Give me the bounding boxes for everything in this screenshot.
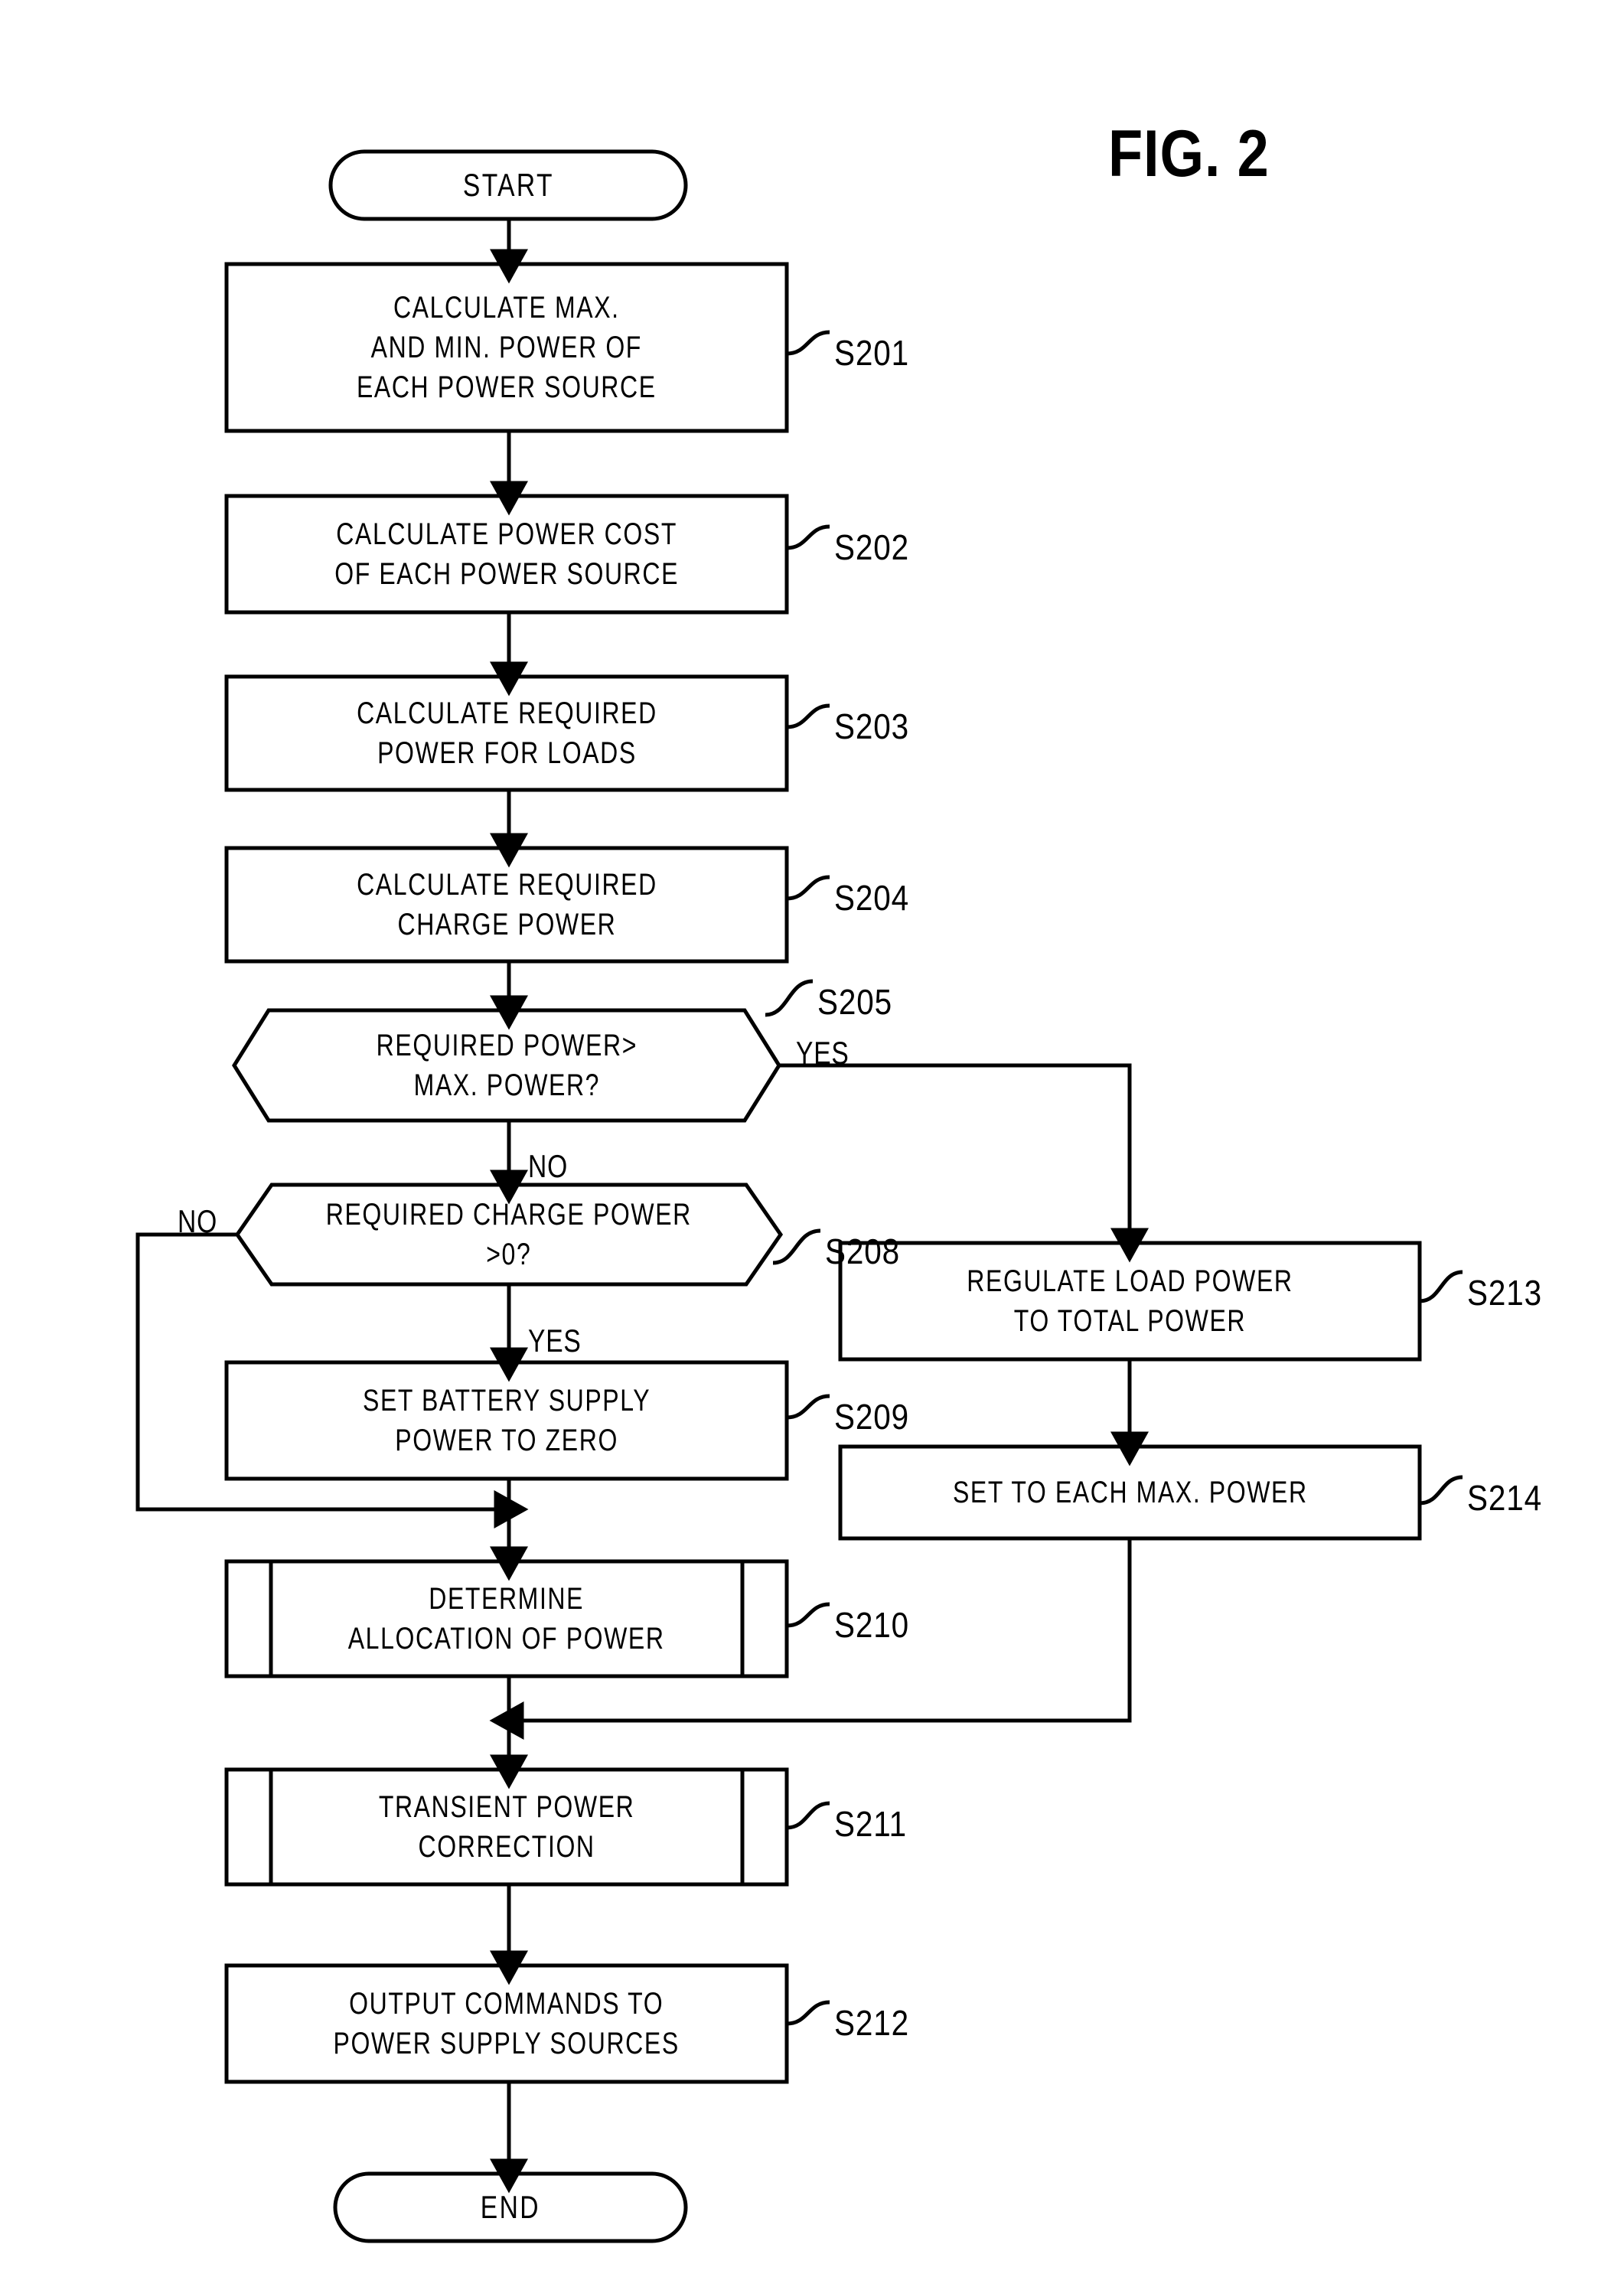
s208-decision-shape	[234, 1183, 784, 1287]
step-label-s204: S204	[834, 878, 910, 918]
figure-title: FIG. 2	[1108, 117, 1270, 191]
step-label-s208: S208	[825, 1231, 901, 1271]
step-label-s201: S201	[834, 333, 910, 373]
s203-box-shape	[224, 674, 789, 792]
s204-leader-line	[786, 875, 830, 901]
s202-box-shape	[224, 494, 789, 615]
step-label-s213: S213	[1467, 1273, 1543, 1313]
s214-leader-line	[1419, 1475, 1463, 1505]
edge-s205-yes-to-s213	[779, 1063, 1149, 1263]
s210-leader-line	[786, 1602, 830, 1628]
s209-box-shape	[224, 1360, 789, 1481]
s212-leader-line	[786, 2000, 830, 2026]
figure-canvas: FIG. 2 START CALCULATE MAX. AND MIN. POW…	[0, 0, 1624, 2277]
edge-label-s208-no: NO	[178, 1203, 217, 1239]
s213-leader-line	[1419, 1270, 1463, 1303]
end-terminator-shape	[333, 2171, 688, 2243]
s214-box-shape	[838, 1444, 1422, 1541]
s204-box-shape	[224, 846, 789, 964]
flowchart-vector-layer	[135, 149, 1463, 2243]
s202-leader-line	[786, 524, 830, 550]
step-label-s205: S205	[817, 982, 893, 1022]
edge-s214-merge-to-main	[489, 1538, 1132, 1740]
step-label-s209: S209	[834, 1397, 910, 1437]
step-label-s202: S202	[834, 527, 910, 567]
s203-leader-line	[786, 703, 830, 729]
step-label-s212: S212	[834, 2003, 910, 2043]
s201-box-shape	[224, 262, 789, 433]
edge-s208-no-loop	[135, 1232, 529, 1528]
step-label-s210: S210	[834, 1605, 910, 1645]
edge-label-s208-yes: YES	[528, 1323, 582, 1359]
edge-label-s205-yes: YES	[796, 1035, 850, 1071]
s201-leader-line	[786, 330, 830, 356]
s205-leader-line	[765, 979, 814, 1017]
s211-leader-line	[786, 1801, 830, 1830]
s213-box-shape	[838, 1241, 1422, 1362]
s210-box-shape	[224, 1559, 789, 1678]
s212-box-shape	[224, 1963, 789, 2084]
step-label-s214: S214	[1467, 1478, 1543, 1518]
s209-leader-line	[786, 1394, 830, 1420]
start-terminator-shape	[328, 149, 688, 221]
s211-box-shape	[224, 1767, 789, 1887]
step-label-s211: S211	[834, 1804, 908, 1844]
edge-label-s205-no: NO	[528, 1148, 568, 1184]
s205-decision-shape	[232, 1008, 781, 1123]
step-label-s203: S203	[834, 706, 910, 746]
